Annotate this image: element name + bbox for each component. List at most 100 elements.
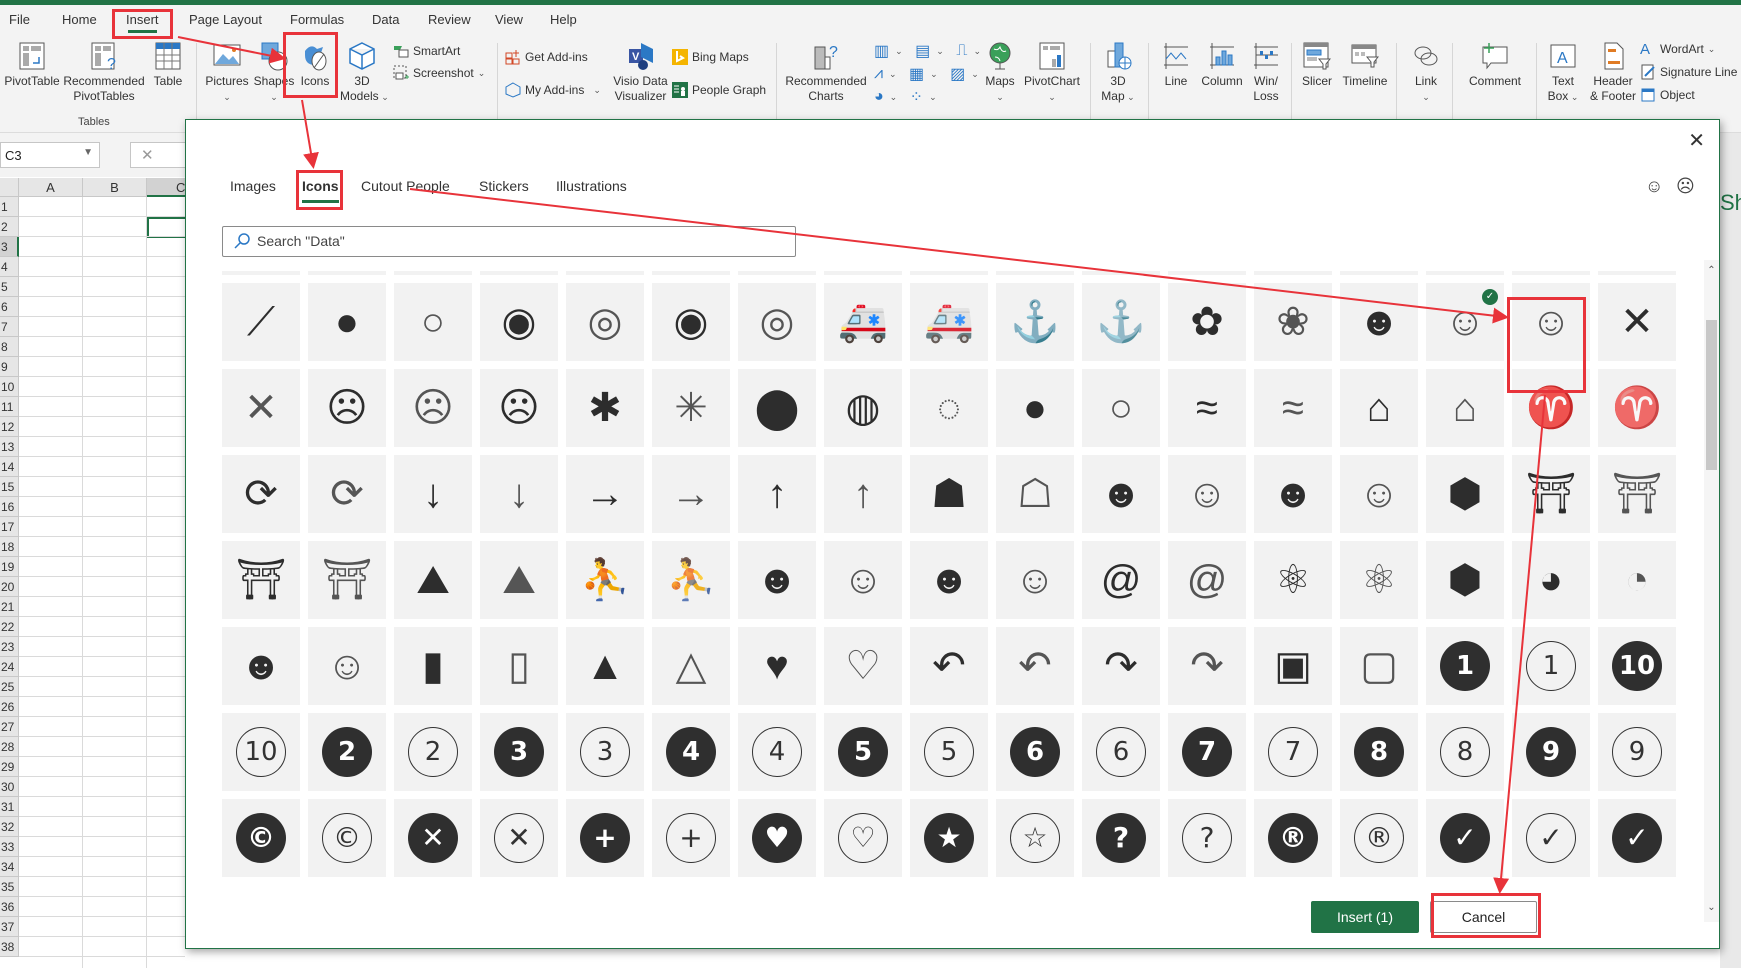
row-header[interactable]: 1 xyxy=(0,197,19,217)
icon-tile-australia[interactable]: ⬢ xyxy=(1426,541,1504,619)
sheet-row[interactable] xyxy=(19,337,185,357)
icon-tile-refresh-outline[interactable]: ⟳ xyxy=(308,455,386,533)
icon-tile-cross-circle[interactable]: ✕ xyxy=(394,799,472,877)
pivotchart-button[interactable]: PivotChart ⌄ xyxy=(1022,41,1082,105)
header-footer-button[interactable]: Header & Footer xyxy=(1588,41,1638,104)
sheet-row[interactable] xyxy=(19,317,185,337)
row-header[interactable]: 38 xyxy=(0,937,19,957)
frown-feedback-icon[interactable]: ☹ xyxy=(1676,176,1695,197)
icon-tile-apple-outline[interactable]: ○ xyxy=(1082,369,1160,447)
icon-tile-baby[interactable]: ☻ xyxy=(222,627,300,705)
chart-type-buttons-row3[interactable]: ◕ ⌄ ⁘ ⌄ xyxy=(874,87,939,107)
icon-tile-badge-9[interactable]: 9 xyxy=(1512,713,1590,791)
sheet-row[interactable] xyxy=(19,257,185,277)
icon-tile-baby-bottle-outline[interactable]: ▯ xyxy=(480,627,558,705)
icon-tile-arrow-up[interactable]: ↑ xyxy=(738,455,816,533)
icon-tile-badge-4-outline[interactable]: 4 xyxy=(738,713,816,791)
sheet-row[interactable] xyxy=(19,457,185,477)
icon-tile-capsule[interactable]: ⬮ xyxy=(308,271,386,275)
icon-tile-check-circle[interactable]: ✓ xyxy=(1598,799,1676,877)
icon-tile-crawling-baby[interactable]: ▲ xyxy=(566,627,644,705)
text-box-button[interactable]: A Text Box ⌄ xyxy=(1540,41,1586,105)
sheet-row[interactable] xyxy=(19,217,185,237)
icon-tile-aries[interactable]: ♈ xyxy=(1512,369,1590,447)
icon-tile-pagoda[interactable]: ⛩ xyxy=(1512,455,1590,533)
sheet-row[interactable] xyxy=(19,237,185,257)
icon-tile-badge-5[interactable]: 5 xyxy=(824,713,902,791)
icon-tile-badge-2-outline[interactable]: 2 xyxy=(394,713,472,791)
icon-tile-copyright[interactable]: © xyxy=(222,799,300,877)
icon-tile-plus-circle-outline[interactable]: + xyxy=(652,799,730,877)
icon-tile-reply[interactable]: ↶ xyxy=(910,627,988,705)
sheet-row[interactable] xyxy=(19,937,185,957)
ribbon-tab-view[interactable]: View xyxy=(495,12,523,27)
icon-tile-badge-1[interactable]: 1 xyxy=(1426,627,1504,705)
tab-icons[interactable]: Icons xyxy=(302,178,339,203)
icon-tile-tape-measure[interactable]: ◉ xyxy=(480,283,558,361)
row-header[interactable]: 29 xyxy=(0,757,19,777)
recommended-pivottables-button[interactable]: ? Recommended PivotTables xyxy=(62,41,146,104)
icon-tile-anger-symbol-outline[interactable]: ✕ xyxy=(222,369,300,447)
icon-tile-hurdle-outline[interactable]: ╥ xyxy=(566,271,644,275)
icon-tile-button-outline[interactable]: ◎ xyxy=(738,283,816,361)
icon-tile-atom[interactable]: ⚛ xyxy=(1254,541,1332,619)
scroll-thumb[interactable] xyxy=(1706,320,1717,470)
timeline-button[interactable]: Timeline xyxy=(1340,41,1390,89)
ribbon-tab-formulas[interactable]: Formulas xyxy=(290,12,344,27)
row-header[interactable]: 3 xyxy=(0,237,19,257)
icon-tile-architecture-outline[interactable]: ⌂ xyxy=(1426,369,1504,447)
sparkline-column-button[interactable]: Column xyxy=(1198,41,1246,89)
icon-tile-climber-outline[interactable]: ⛰ xyxy=(480,541,558,619)
icon-tile-question-circle[interactable]: ? xyxy=(1082,799,1160,877)
icon-tile-angel-face-outline[interactable]: ☺ ✓ xyxy=(1426,283,1504,361)
ribbon-tab-help[interactable]: Help xyxy=(550,12,577,27)
icon-tile-tape-measure-outline[interactable]: ◎ xyxy=(566,283,644,361)
sheet-row[interactable] xyxy=(19,197,185,217)
icon-tile-heart-circle[interactable]: ♥ xyxy=(738,799,816,877)
icon-tile-cross-circle-outline[interactable]: ✕ xyxy=(480,799,558,877)
icon-tile-airplane-outline[interactable]: ✈ xyxy=(996,271,1074,275)
icon-tile-paperclip[interactable]: ⌒ xyxy=(394,271,472,275)
icon-tile-ambulance-outline[interactable]: 🚑 xyxy=(910,283,988,361)
sheet-row[interactable] xyxy=(19,537,185,557)
icon-tile-artist-female-outline[interactable]: ☺ xyxy=(1168,455,1246,533)
row-header[interactable]: 14 xyxy=(0,457,19,477)
icon-tile-antarctica[interactable]: ⬤ xyxy=(738,369,816,447)
icon-tile-ant[interactable]: ✱ xyxy=(566,369,644,447)
icon-tile-badge-3[interactable]: 3 xyxy=(480,713,558,791)
ribbon-tab-insert[interactable]: Insert xyxy=(126,12,159,33)
formula-cancel-button[interactable]: ✕ xyxy=(130,142,190,168)
select-all-corner[interactable] xyxy=(0,178,19,197)
tab-illustrations[interactable]: Illustrations xyxy=(556,178,627,194)
signature-line-button[interactable]: Signature Line xyxy=(1640,64,1737,80)
icon-tile-anchor[interactable]: ⚓ xyxy=(996,283,1074,361)
icon-tile-avocado[interactable]: ◕ xyxy=(1512,541,1590,619)
icon-tile-verified-badge-outline[interactable]: ✓ xyxy=(1512,799,1590,877)
icon-tile-refresh[interactable]: ⟳ xyxy=(222,455,300,533)
comment-button[interactable]: Comment xyxy=(1462,41,1528,89)
icon-tile-backpack[interactable]: ▣ xyxy=(1254,627,1332,705)
ribbon-tab-data[interactable]: Data xyxy=(372,12,399,27)
3d-models-button[interactable]: 3D Models ⌄ xyxy=(340,41,389,105)
tab-cutout-people[interactable]: Cutout People xyxy=(361,178,450,194)
smile-feedback-icon[interactable]: ☺ xyxy=(1645,176,1663,197)
sheet-row[interactable] xyxy=(19,857,185,877)
icon-tile-badge-8[interactable]: 8 xyxy=(1340,713,1418,791)
sheet-row[interactable] xyxy=(19,357,185,377)
icon-tile-badge-8-outline[interactable]: 8 xyxy=(1426,713,1504,791)
row-header[interactable]: 28 xyxy=(0,737,19,757)
column-header-b[interactable]: B xyxy=(83,178,147,197)
people-graph-button[interactable]: People Graph xyxy=(672,82,766,98)
icon-tile-angry-face[interactable]: ☹ xyxy=(308,369,386,447)
icon-tile-aperture[interactable]: ◍ xyxy=(824,369,902,447)
row-header[interactable]: 18 xyxy=(0,537,19,557)
icon-tile-yarn-outline[interactable]: ○ xyxy=(394,283,472,361)
icon-tile-registered-outline[interactable]: ® xyxy=(1340,799,1418,877)
row-header[interactable]: 37 xyxy=(0,917,19,937)
sheet-row[interactable] xyxy=(19,397,185,417)
icon-tile-arrow-right-outline[interactable]: → xyxy=(652,455,730,533)
row-header[interactable]: 26 xyxy=(0,697,19,717)
sheet-row[interactable] xyxy=(19,577,185,597)
icon-tile-astronaut-male[interactable]: ☻ xyxy=(910,541,988,619)
icon-tile-needle-thread[interactable]: ⟋ xyxy=(222,283,300,361)
